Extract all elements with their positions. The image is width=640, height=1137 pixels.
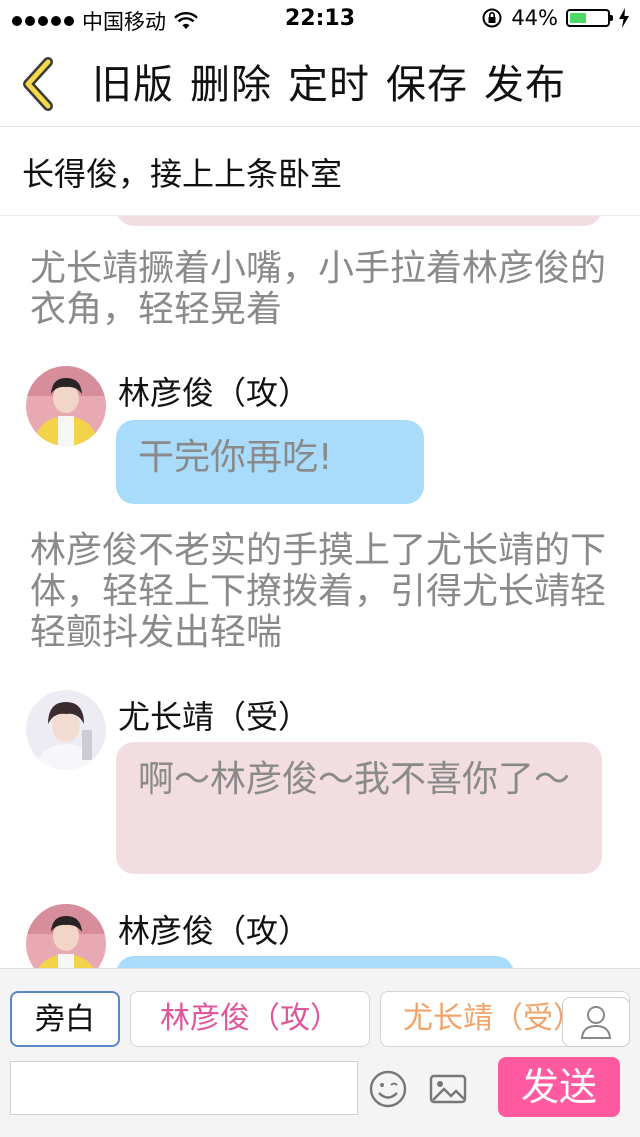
rotation-lock-icon — [482, 8, 502, 28]
role-narration-button[interactable]: 旁白 — [10, 991, 120, 1047]
battery-level — [570, 13, 586, 23]
publish-button[interactable]: 发布 — [484, 52, 566, 110]
story-title: 长得俊，接上上条卧室 — [22, 155, 343, 193]
nav-actions: 旧版 删除 定时 保存 发布 — [92, 52, 566, 110]
status-bar: 中国移动 22:13 44% — [0, 0, 640, 40]
chat-area[interactable]: 尤长靖撅着小嘴，小手拉着林彦俊的衣角，轻轻晃着 林彦俊（攻） 干完你再吃! 林彦… — [0, 216, 640, 968]
role-lin-yanjun-button[interactable]: 林彦俊（攻） — [130, 991, 370, 1047]
avatar-image — [26, 366, 106, 446]
message-bubble[interactable]: 啊～林彦俊～我不喜你了～ — [116, 742, 602, 874]
battery-percent: 44% — [511, 6, 558, 30]
story-title-bar[interactable]: 长得俊，接上上条卧室 — [0, 127, 640, 216]
emoji-icon[interactable] — [366, 1067, 410, 1111]
message-bubble[interactable]: 干完你再吃! — [116, 420, 424, 504]
chevron-left-icon[interactable] — [16, 56, 62, 112]
charging-icon — [619, 8, 629, 28]
narration-text: 尤长靖撅着小嘴，小手拉着林彦俊的衣角，轻轻晃着 — [30, 248, 607, 330]
nav-bar: 旧版 删除 定时 保存 发布 — [0, 40, 640, 127]
message-bubble[interactable] — [116, 956, 514, 968]
person-icon — [580, 1006, 612, 1039]
add-role-button[interactable] — [562, 997, 630, 1047]
image-icon[interactable] — [426, 1067, 470, 1111]
speaker-name: 尤长靖（受） — [118, 698, 311, 736]
save-button[interactable]: 保存 — [386, 52, 468, 110]
send-button[interactable]: 发送 — [498, 1057, 620, 1117]
avatar-image — [26, 904, 106, 968]
avatar[interactable] — [26, 366, 106, 446]
speaker-name: 林彦俊（攻） — [118, 374, 311, 412]
avatar-image — [26, 690, 106, 770]
narration-text: 林彦俊不老实的手摸上了尤长靖的下体，轻轻上下撩拨着，引得尤长靖轻轻颤抖发出轻喘 — [30, 530, 607, 653]
avatar[interactable] — [26, 690, 106, 770]
old-version-button[interactable]: 旧版 — [92, 52, 174, 110]
status-right: 44% — [481, 6, 630, 30]
battery-icon — [566, 9, 613, 27]
avatar[interactable] — [26, 904, 106, 968]
schedule-button[interactable]: 定时 — [288, 52, 370, 110]
composer-panel: 旁白 林彦俊（攻） 尤长靖（受） 发送 — [0, 968, 640, 1137]
speaker-name: 林彦俊（攻） — [118, 912, 311, 950]
delete-button[interactable]: 删除 — [190, 52, 272, 110]
message-bubble-partial — [116, 216, 602, 226]
message-input[interactable] — [10, 1061, 358, 1115]
